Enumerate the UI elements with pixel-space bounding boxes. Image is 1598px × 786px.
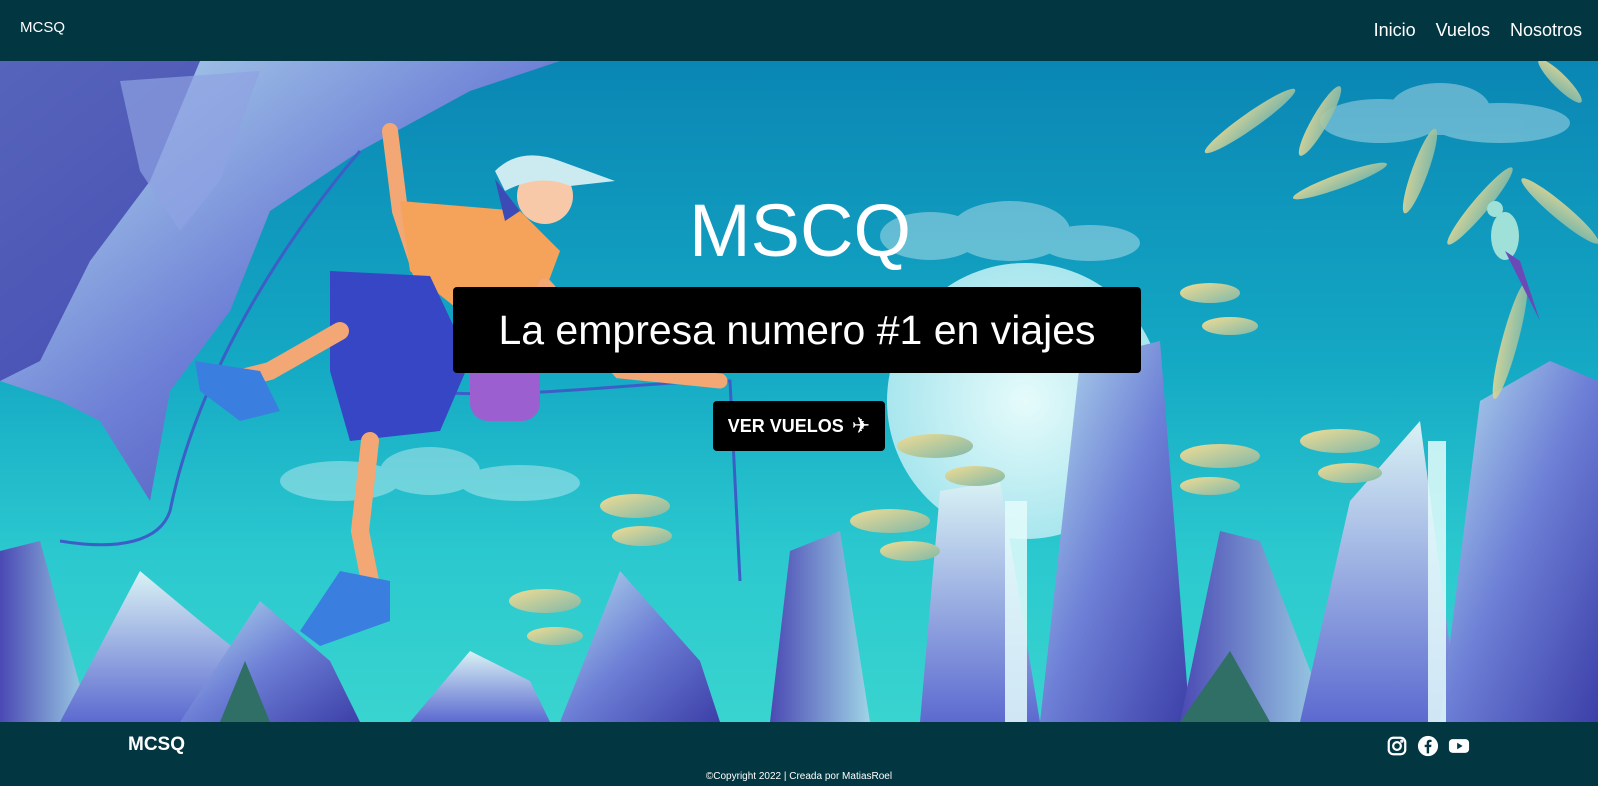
brand-logo[interactable]: MCSQ [20, 19, 65, 37]
plane-icon: ✈ [851, 413, 871, 438]
main-nav: Inicio Vuelos Nosotros [1374, 19, 1582, 41]
nav-link-vuelos[interactable]: Vuelos [1436, 19, 1490, 41]
instagram-icon[interactable] [1386, 735, 1408, 757]
copyright-text: ©Copyright 2022 | Creada por MatiasRoel [705, 771, 893, 782]
nav-link-nosotros[interactable]: Nosotros [1510, 19, 1582, 41]
ver-vuelos-button[interactable]: VER VUELOS ✈ [713, 401, 885, 451]
climber-illustration [0, 61, 1598, 722]
facebook-icon[interactable] [1417, 735, 1439, 757]
footer-brand: MCSQ [128, 734, 185, 755]
youtube-icon[interactable] [1448, 735, 1470, 757]
site-header: MCSQ Inicio Vuelos Nosotros [0, 0, 1598, 61]
site-footer: MCSQ ©Copyright 2022 | Creada por Matias… [0, 722, 1598, 786]
hero-section: MSCQ La empresa numero #1 en viajes VER … [0, 61, 1598, 722]
hero-title: MSCQ [689, 189, 911, 272]
nav-link-inicio[interactable]: Inicio [1374, 19, 1416, 41]
social-links [1386, 735, 1470, 757]
cta-label: VER VUELOS [727, 415, 844, 436]
hero-subtitle: La empresa numero #1 en viajes [453, 287, 1141, 373]
